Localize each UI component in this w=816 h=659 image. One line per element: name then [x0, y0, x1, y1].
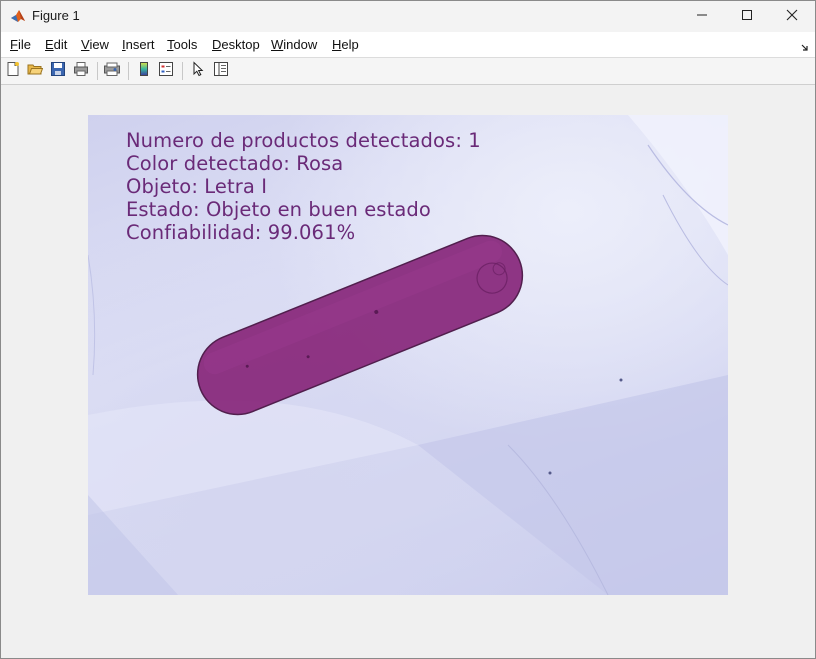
- print-preview-icon: [103, 61, 121, 82]
- figure-window: Figure 1 File Edit View Insert Tools Des…: [0, 0, 816, 659]
- toolbar-separator: [182, 62, 183, 80]
- property-inspector-button[interactable]: [211, 61, 231, 81]
- maximize-button[interactable]: [724, 1, 770, 32]
- minimize-icon: [696, 8, 708, 26]
- colorbar-icon: [138, 61, 150, 82]
- close-icon: [786, 8, 798, 26]
- menu-view[interactable]: View: [81, 37, 109, 52]
- menu-bar: File Edit View Insert Tools Desktop Wind…: [1, 32, 815, 58]
- menu-tools[interactable]: Tools: [167, 37, 197, 52]
- menu-help[interactable]: Help: [332, 37, 359, 52]
- menu-window[interactable]: Window: [271, 37, 317, 52]
- save-icon: [50, 61, 66, 82]
- menu-edit[interactable]: Edit: [45, 37, 67, 52]
- object-status-text: Estado: Objeto en buen estado: [126, 198, 431, 221]
- pointer-button[interactable]: [188, 60, 208, 82]
- colorbar-button[interactable]: [134, 61, 154, 81]
- new-figure-icon: [5, 61, 21, 82]
- image-display: Numero de productos detectados: 1 Color …: [88, 115, 728, 595]
- open-file-button[interactable]: [25, 61, 45, 81]
- property-inspector-icon: [213, 61, 229, 82]
- new-figure-button[interactable]: [3, 61, 23, 81]
- print-preview-button[interactable]: [102, 61, 122, 81]
- legend-button[interactable]: [156, 61, 176, 81]
- figure-toolbar: [1, 58, 815, 85]
- open-file-icon: [27, 61, 44, 82]
- save-button[interactable]: [48, 61, 68, 81]
- matlab-logo-icon: [10, 8, 26, 24]
- title-bar[interactable]: Figure 1: [1, 1, 815, 32]
- menu-desktop[interactable]: Desktop: [212, 37, 260, 52]
- object-type-text: Objeto: Letra I: [126, 175, 268, 198]
- close-button[interactable]: [769, 1, 815, 32]
- window-title: Figure 1: [32, 8, 80, 23]
- toolbar-separator: [97, 62, 98, 80]
- maximize-icon: [741, 8, 753, 26]
- figure-canvas: Numero de productos detectados: 1 Color …: [1, 85, 815, 658]
- detected-object: [196, 234, 524, 416]
- detected-color-text: Color detectado: Rosa: [126, 152, 344, 175]
- toolbar-separator: [128, 62, 129, 80]
- minimize-button[interactable]: [679, 1, 725, 32]
- confidence-text: Confiabilidad: 99.061%: [126, 221, 356, 244]
- dock-arrow-icon[interactable]: [801, 39, 809, 51]
- print-icon: [73, 61, 89, 82]
- legend-icon: [158, 61, 174, 82]
- menu-insert[interactable]: Insert: [122, 37, 155, 52]
- print-button[interactable]: [71, 61, 91, 81]
- detection-count-text: Numero de productos detectados: 1: [126, 129, 481, 152]
- menu-file[interactable]: File: [10, 37, 31, 52]
- pointer-icon: [191, 60, 205, 82]
